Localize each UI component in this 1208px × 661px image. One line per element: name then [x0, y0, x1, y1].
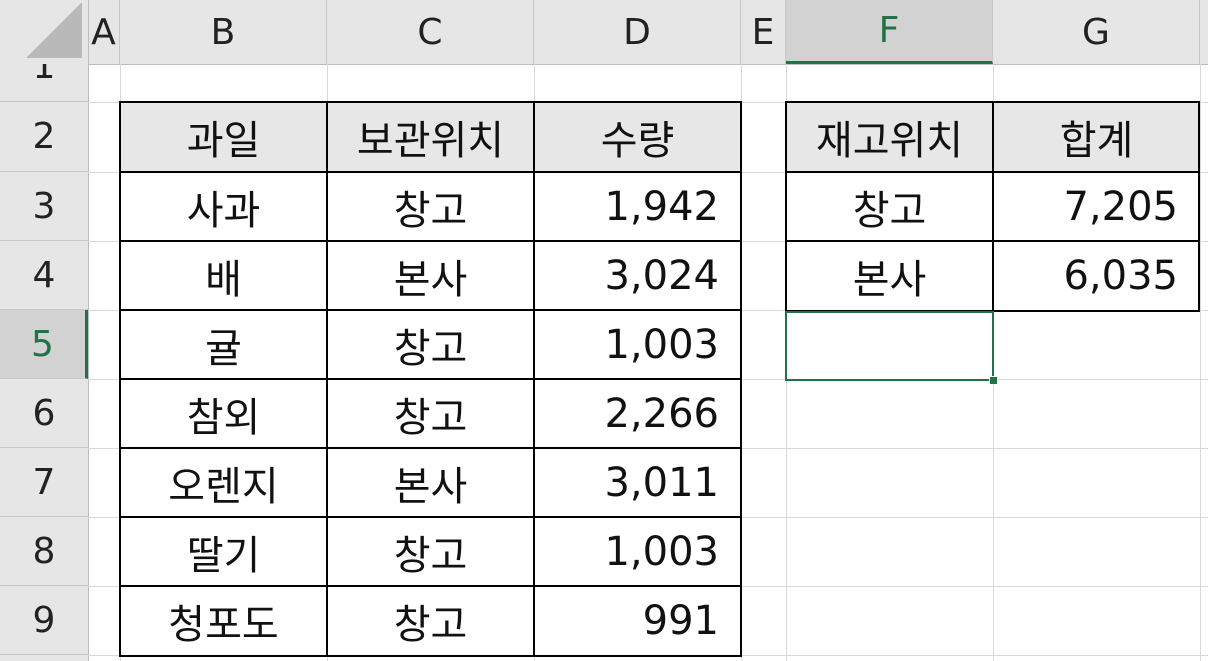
quantity-cell[interactable]: 1,942	[534, 172, 741, 241]
total-cell[interactable]: 7,205	[993, 172, 1200, 241]
column-header-f[interactable]: F	[786, 0, 993, 64]
selected-cell-f5[interactable]	[785, 311, 994, 381]
location-cell[interactable]: 창고	[327, 172, 534, 241]
fruit-cell[interactable]: 배	[120, 241, 327, 310]
select-all-triangle-icon	[26, 2, 82, 58]
column-header-c[interactable]: C	[327, 0, 534, 64]
location-cell[interactable]: 창고	[327, 517, 534, 586]
row-header-1[interactable]: 1	[0, 64, 88, 102]
row-header-9[interactable]: 9	[0, 586, 88, 655]
header-cell-total[interactable]: 합계	[993, 102, 1200, 172]
header-cell-stock-location[interactable]: 재고위치	[786, 102, 993, 172]
table-divider	[785, 240, 1200, 242]
table-divider	[119, 378, 742, 380]
fruit-cell[interactable]: 딸기	[120, 517, 327, 586]
location-cell[interactable]: 창고	[327, 379, 534, 448]
quantity-cell[interactable]: 2,266	[534, 379, 741, 448]
row-header-4[interactable]: 4	[0, 241, 88, 310]
table-divider	[119, 240, 742, 242]
table-divider	[119, 309, 742, 311]
table-divider	[119, 171, 742, 173]
stock-location-cell[interactable]: 본사	[786, 241, 993, 310]
table-divider	[119, 447, 742, 449]
column-header-g[interactable]: G	[993, 0, 1200, 64]
location-cell[interactable]: 본사	[327, 448, 534, 517]
quantity-cell[interactable]: 3,024	[534, 241, 741, 310]
fruit-cell[interactable]: 사과	[120, 172, 327, 241]
column-header-b[interactable]: B	[120, 0, 327, 64]
fill-handle[interactable]	[989, 376, 998, 385]
location-cell[interactable]: 창고	[327, 586, 534, 655]
header-cell-fruit[interactable]: 과일	[120, 102, 327, 172]
row-header-2[interactable]: 2	[0, 102, 88, 172]
column-header-a[interactable]: A	[88, 0, 120, 64]
column-header-d[interactable]: D	[534, 0, 741, 64]
table-divider	[119, 585, 742, 587]
table-divider	[785, 171, 1200, 173]
fruit-cell[interactable]: 오렌지	[120, 448, 327, 517]
gridline	[741, 64, 742, 661]
quantity-cell[interactable]: 991	[534, 586, 741, 655]
header-cell-quantity[interactable]: 수량	[534, 102, 741, 172]
row-header-6[interactable]: 6	[0, 379, 88, 448]
table-divider	[992, 101, 994, 312]
select-all-corner[interactable]	[0, 0, 88, 64]
row-header-8[interactable]: 8	[0, 517, 88, 586]
gridline	[1200, 64, 1201, 661]
spreadsheet: A B C D E F G 1 2 3 4 5 6 7 8 9 과일 보관위치 …	[0, 0, 1208, 661]
total-cell[interactable]: 6,035	[993, 241, 1200, 310]
quantity-cell[interactable]: 1,003	[534, 517, 741, 586]
fruit-cell[interactable]: 참외	[120, 379, 327, 448]
row-header-7[interactable]: 7	[0, 448, 88, 517]
table-divider	[119, 516, 742, 518]
row-header-3[interactable]: 3	[0, 172, 88, 241]
fruit-cell[interactable]: 귤	[120, 310, 327, 379]
stock-location-cell[interactable]: 창고	[786, 172, 993, 241]
row-header-1-label: 1	[32, 64, 56, 87]
quantity-cell[interactable]: 1,003	[534, 310, 741, 379]
fruit-cell[interactable]: 청포도	[120, 586, 327, 655]
location-cell[interactable]: 본사	[327, 241, 534, 310]
quantity-cell[interactable]: 3,011	[534, 448, 741, 517]
row-header-5[interactable]: 5	[0, 310, 88, 379]
header-cell-storage-location[interactable]: 보관위치	[327, 102, 534, 172]
column-header-e[interactable]: E	[741, 0, 786, 64]
gridline	[88, 655, 1208, 656]
location-cell[interactable]: 창고	[327, 310, 534, 379]
